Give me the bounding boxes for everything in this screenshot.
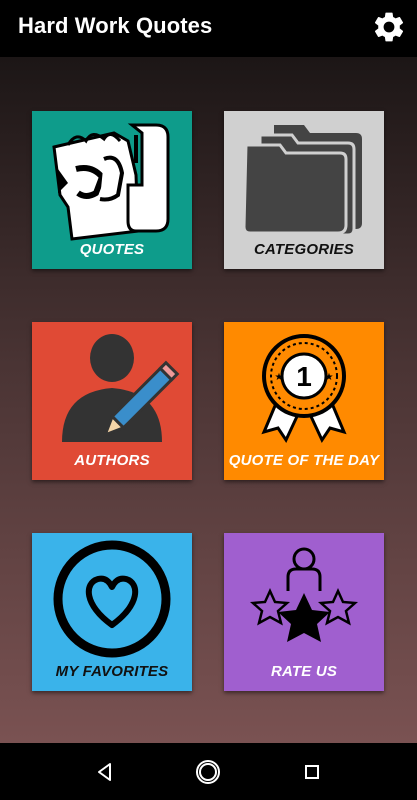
system-nav-bar — [0, 743, 417, 800]
quote-of-the-day-label: QUOTE OF THE DAY — [228, 452, 380, 469]
quotes-tile[interactable]: QUOTES — [32, 111, 192, 269]
categories-label: CATEGORIES — [253, 241, 355, 258]
authors-label: AUTHORS — [74, 452, 150, 469]
my-favorites-tile[interactable]: MY FAVORITES — [32, 533, 192, 691]
home-menu: QUOTES CATEGORIES AUTHORS 1 ★ ★ QUOTE OF… — [0, 57, 417, 743]
rate-us-label: RATE US — [270, 663, 338, 680]
quotes-label: QUOTES — [79, 241, 145, 258]
app-bar: Hard Work Quotes — [0, 0, 417, 57]
app-title: Hard Work Quotes — [18, 13, 213, 38]
categories-tile[interactable]: CATEGORIES — [224, 111, 384, 269]
rate-us-tile[interactable]: RATE US — [224, 533, 384, 691]
recents-icon[interactable] — [297, 757, 327, 787]
settings-gear-icon[interactable] — [371, 9, 407, 45]
my-favorites-label: MY FAVORITES — [55, 663, 169, 680]
award-star-left: ★ — [275, 372, 284, 383]
quote-of-the-day-tile[interactable]: 1 ★ ★ QUOTE OF THE DAY — [224, 322, 384, 480]
award-star-right: ★ — [325, 372, 334, 383]
back-icon[interactable] — [90, 757, 120, 787]
home-icon[interactable] — [193, 757, 223, 787]
authors-tile[interactable]: AUTHORS — [32, 322, 192, 480]
award-number: 1 — [296, 361, 312, 392]
